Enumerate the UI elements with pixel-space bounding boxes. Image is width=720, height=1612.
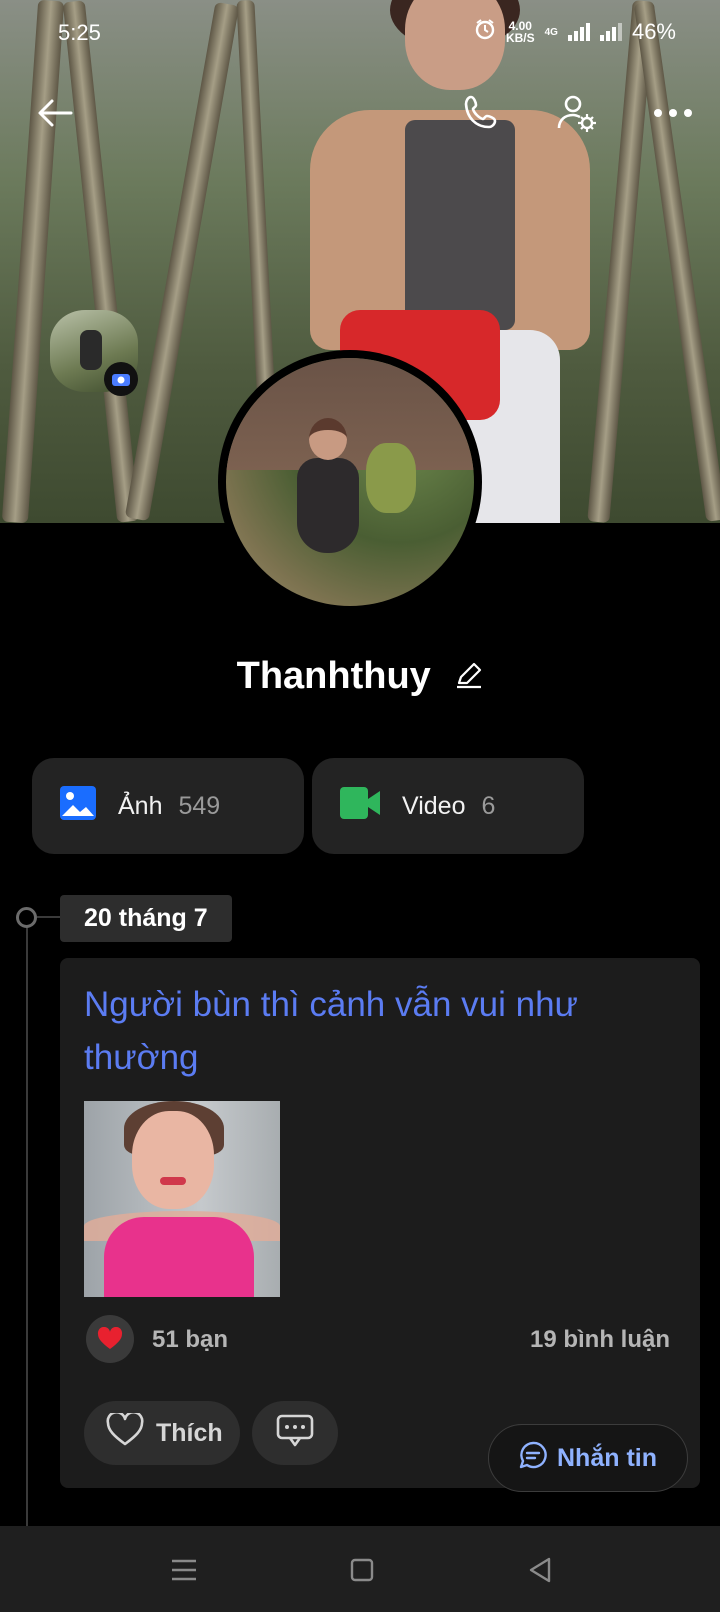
- chat-bubble-icon: [519, 1441, 547, 1476]
- message-label: Nhắn tin: [557, 1443, 657, 1472]
- timeline-connector: [37, 916, 61, 918]
- photos-button[interactable]: Ảnh 549: [32, 758, 304, 854]
- pencil-icon[interactable]: [455, 656, 483, 699]
- photos-label: Ảnh: [118, 791, 163, 820]
- videos-label: Video: [402, 791, 466, 820]
- back-icon[interactable]: [520, 1550, 560, 1590]
- battery-level: 46%: [631, 19, 676, 44]
- post-card[interactable]: Người bùn thì cảnh vẫn vui như thường 51…: [60, 958, 700, 1488]
- timeline-line: [26, 916, 28, 1526]
- comment-button[interactable]: [252, 1401, 338, 1465]
- camera-badge-icon[interactable]: [104, 362, 138, 396]
- photos-count: 549: [178, 791, 221, 820]
- comment-count[interactable]: 19 bình luận: [530, 1326, 670, 1354]
- like-label: Thích: [156, 1418, 223, 1447]
- net-speed-unit: KB/S: [505, 31, 535, 45]
- profile-name: Thanhthuy: [236, 655, 431, 697]
- profile-name-row: Thanhthuy: [0, 655, 720, 699]
- system-nav-bar: [0, 1526, 720, 1612]
- user-settings-icon[interactable]: [552, 88, 602, 138]
- timeline-dot: [16, 907, 37, 928]
- like-button[interactable]: Thích: [84, 1401, 240, 1465]
- comment-icon: [276, 1414, 314, 1453]
- reaction-count[interactable]: 51 bạn: [152, 1326, 228, 1354]
- message-button[interactable]: Nhắn tin: [488, 1424, 688, 1492]
- net-speed: 4.00 KB/S: [506, 20, 535, 44]
- avatar[interactable]: [218, 350, 482, 614]
- heart-reaction-icon[interactable]: [86, 1315, 134, 1363]
- photo-icon: [60, 785, 96, 827]
- videos-button[interactable]: Video 6: [312, 758, 584, 854]
- menu-icon[interactable]: [164, 1550, 204, 1590]
- signal-icon: [599, 23, 622, 41]
- phone-icon[interactable]: [456, 88, 506, 138]
- status-bar: 5:25 4.00 KB/S 4G 46%: [0, 0, 720, 64]
- timeline-date: 20 tháng 7: [60, 895, 232, 942]
- alarm-icon: [474, 18, 496, 46]
- heart-outline-icon: [106, 1410, 144, 1454]
- back-arrow-icon[interactable]: [30, 88, 80, 138]
- more-icon[interactable]: [648, 88, 698, 138]
- network-type: 4G: [544, 26, 558, 38]
- post-photo[interactable]: [84, 1101, 280, 1297]
- videos-count: 6: [481, 791, 496, 820]
- home-icon[interactable]: [342, 1550, 382, 1590]
- signal-icon: [567, 23, 590, 41]
- status-time: 5:25: [58, 20, 101, 45]
- post-text[interactable]: Người bùn thì cảnh vẫn vui như thường: [84, 978, 674, 1084]
- video-icon: [340, 786, 380, 826]
